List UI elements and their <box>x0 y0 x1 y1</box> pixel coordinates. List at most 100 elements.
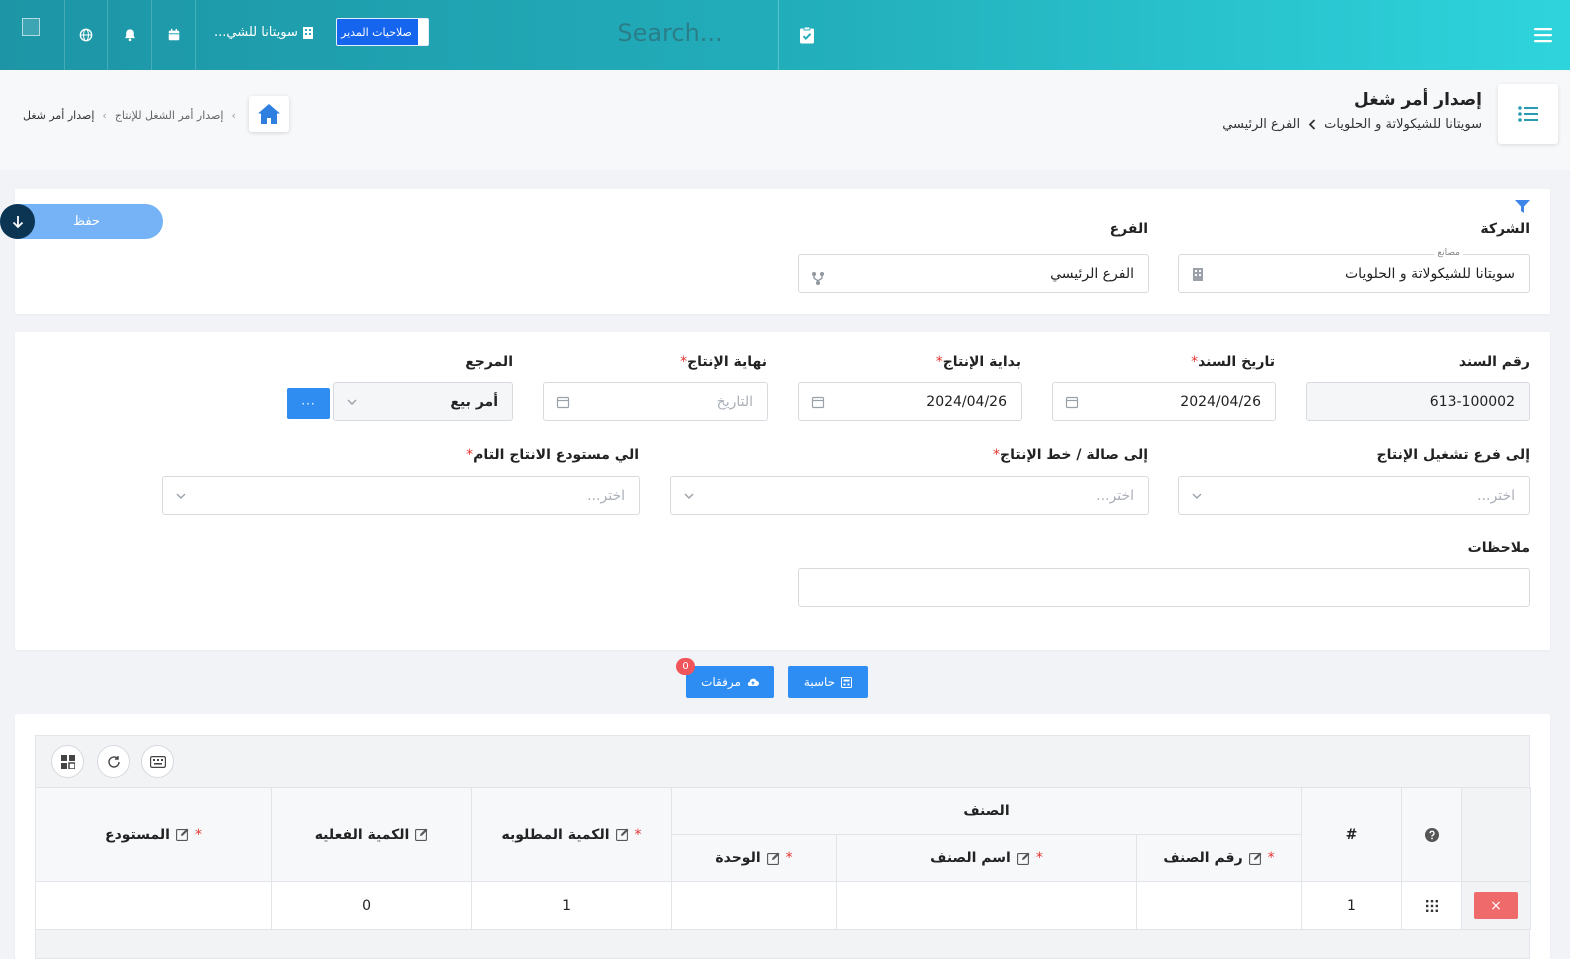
op-branch-label: إلى فرع تشغيل الإنتاج <box>1376 447 1530 463</box>
notifications-button[interactable] <box>108 0 152 70</box>
breadcrumb: › إصدار أمر الشغل للإنتاج › إصدار أمر شغ… <box>23 109 236 122</box>
save-down-button[interactable] <box>0 204 35 239</box>
col-req-qty[interactable]: * الكمية المطلوبه <box>471 787 672 882</box>
clipboard-check-icon <box>800 26 814 44</box>
cell-req-qty[interactable]: 1 <box>471 881 672 930</box>
grid-layout-button[interactable] <box>51 745 84 778</box>
col-group-item: الصنف <box>671 787 1302 835</box>
filter-card <box>15 189 1550 314</box>
cell-actual-qty[interactable]: 0 <box>271 881 472 930</box>
col-actual-qty[interactable]: الكمية الفعليه <box>271 787 472 882</box>
calendar-icon <box>168 28 179 41</box>
attachments-count-badge: 0 <box>676 658 695 675</box>
grid-keyboard-button[interactable] <box>141 745 174 778</box>
building-icon <box>302 26 313 39</box>
page-menu-button[interactable] <box>1498 84 1558 144</box>
edit-icon <box>415 828 428 841</box>
tasks-button[interactable] <box>779 0 835 70</box>
page-company: سويتانا للشيكولاتة و الحلويات <box>1324 117 1482 132</box>
hall-label: إلى صالة / خط الإنتاج* <box>993 447 1148 463</box>
building-icon <box>1193 268 1203 281</box>
arrow-down-icon <box>12 215 23 228</box>
hall-select[interactable]: اختر... <box>670 476 1149 515</box>
drag-handle-icon <box>1425 899 1438 912</box>
calculator-label: حاسبة <box>803 675 836 689</box>
calendar-icon <box>556 396 570 409</box>
home-button[interactable] <box>249 96 289 132</box>
col-warehouse[interactable]: * المستودع <box>35 787 272 882</box>
search-input[interactable] <box>560 16 780 50</box>
hamburger-menu-button[interactable] <box>1526 0 1560 70</box>
cell-index: 1 <box>1301 881 1402 930</box>
attachments-button[interactable]: مرفقات <box>686 666 774 698</box>
language-button[interactable] <box>64 0 108 70</box>
save-label: حفظ <box>73 214 100 229</box>
end-date-field[interactable]: التاريخ <box>543 382 768 421</box>
globe-icon <box>79 28 93 42</box>
cloud-upload-icon <box>747 678 759 687</box>
list-icon <box>1518 106 1538 122</box>
company-float-label: مصانع <box>1434 248 1463 258</box>
delete-row-button[interactable]: × <box>1474 892 1518 919</box>
branch-select[interactable]: الفرع الرئيسي <box>798 254 1149 293</box>
notes-label: ملاحظات <box>1467 540 1530 556</box>
page-branch: الفرع الرئيسي <box>1222 117 1301 132</box>
permissions-label: صلاحيات المدير <box>341 25 412 39</box>
reference-select[interactable]: أمر بيع <box>333 382 513 421</box>
grid-refresh-button[interactable] <box>97 745 130 778</box>
doc-no-label: رقم السند <box>1458 354 1530 370</box>
calendar-icon <box>811 396 825 409</box>
warehouse-label: الي مستودع الانتاج التام* <box>466 447 639 463</box>
edit-icon <box>766 852 780 865</box>
col-unit[interactable]: * الوحدة <box>671 834 837 882</box>
reference-value: أمر بيع <box>450 393 498 410</box>
cell-drag[interactable] <box>1401 881 1462 930</box>
company-value: سويتانا للشيكولاتة و الحلويات <box>1345 265 1515 282</box>
branch-label: الفرع <box>1109 221 1148 237</box>
doc-date-value: 2024/04/26 <box>1180 393 1261 410</box>
calendar-button[interactable] <box>152 0 196 70</box>
op-branch-select[interactable]: اختر... <box>1178 476 1530 515</box>
breadcrumb-item-1[interactable]: إصدار أمر الشغل للإنتاج <box>115 109 224 122</box>
doc-date-label: تاريخ السند* <box>1191 354 1275 370</box>
filter-icon[interactable] <box>1515 200 1530 213</box>
edit-icon <box>1248 852 1262 865</box>
cell-delete: × <box>1461 881 1531 930</box>
chevron-down-icon <box>176 493 186 499</box>
broken-image-icon <box>22 18 40 36</box>
refresh-icon <box>107 755 120 768</box>
edit-icon <box>176 828 189 841</box>
cell-item-no[interactable] <box>1136 881 1302 930</box>
end-date-placeholder: التاريخ <box>716 393 753 410</box>
items-table: * المستودع الكمية الفعليه * الكمية المطلوب… <box>35 787 1531 930</box>
warehouse-select[interactable]: اختر... <box>162 476 640 515</box>
start-date-field[interactable]: 2024/04/26 <box>798 382 1022 421</box>
start-date-value: 2024/04/26 <box>926 393 1007 410</box>
cell-item-name[interactable] <box>836 881 1137 930</box>
doc-no-field: 613-100002 <box>1306 382 1530 421</box>
col-item-name[interactable]: * اسم الصنف <box>836 834 1137 882</box>
attachments-label: مرفقات <box>701 675 741 689</box>
edit-icon <box>615 828 628 841</box>
calculator-button[interactable]: حاسبة <box>788 666 868 698</box>
top-bar: سويتانا للشي... صلاحيات المدير <box>0 0 1570 70</box>
col-item-no[interactable]: * رقم الصنف <box>1136 834 1302 882</box>
cell-warehouse[interactable] <box>35 881 272 930</box>
col-help[interactable] <box>1401 787 1462 882</box>
company-switcher[interactable]: سويتانا للشي... <box>214 22 314 42</box>
reference-more-button[interactable]: ··· <box>287 388 330 419</box>
bell-icon <box>124 29 135 42</box>
start-label: بداية الإنتاج* <box>935 354 1021 370</box>
doc-date-field[interactable]: 2024/04/26 <box>1052 382 1276 421</box>
notes-input[interactable] <box>798 568 1530 607</box>
chevron-down-icon <box>1192 493 1202 499</box>
home-icon <box>258 104 280 124</box>
company-select[interactable]: مصانع سويتانا للشيكولاتة و الحلويات <box>1178 248 1530 293</box>
cell-unit[interactable] <box>671 881 837 930</box>
chevron-down-icon <box>347 399 357 405</box>
permissions-button[interactable]: صلاحيات المدير <box>336 18 429 46</box>
branch-icon <box>812 272 824 285</box>
page-header: إصدار أمر شغل سويتانا للشيكولاتة و الحلو… <box>0 70 1570 170</box>
branch-value: الفرع الرئيسي <box>1050 265 1134 282</box>
chevron-down-icon <box>684 493 694 499</box>
